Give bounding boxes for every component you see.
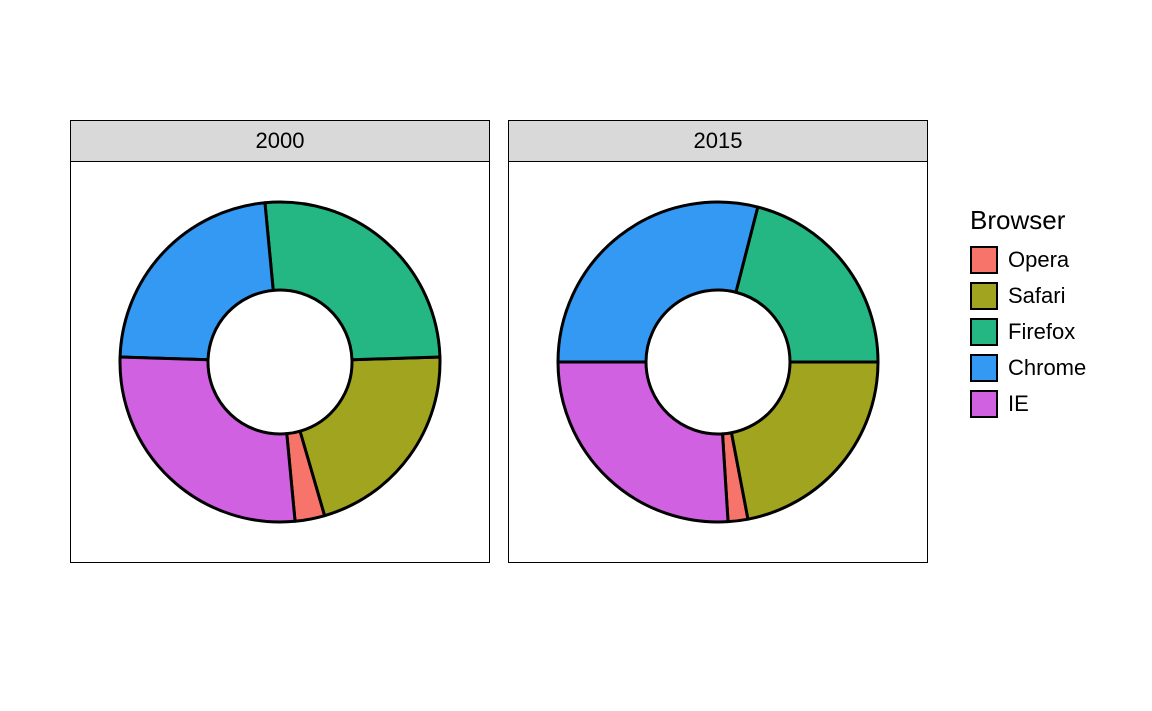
legend-label: Chrome [1008, 355, 1086, 381]
legend-item-ie: IE [970, 390, 1086, 418]
slice-safari [300, 357, 440, 516]
panel-header-2000: 2000 [71, 121, 489, 162]
legend-title: Browser [970, 205, 1086, 236]
facet-panels: 2000 2015 [70, 120, 928, 563]
swatch-firefox [970, 318, 998, 346]
legend-label: IE [1008, 391, 1029, 417]
legend-item-firefox: Firefox [970, 318, 1086, 346]
swatch-opera [970, 246, 998, 274]
donut-chart-2000 [100, 182, 460, 542]
legend: Browser Opera Safari Firefox Chrome IE [970, 205, 1086, 418]
donut-chart-2015 [538, 182, 898, 542]
legend-item-chrome: Chrome [970, 354, 1086, 382]
slice-safari [731, 362, 878, 519]
panel-header-2015: 2015 [509, 121, 927, 162]
slice-ie [558, 362, 728, 522]
slice-firefox [265, 202, 440, 360]
legend-label: Opera [1008, 247, 1069, 273]
panel-title: 2015 [694, 128, 743, 154]
swatch-safari [970, 282, 998, 310]
swatch-chrome [970, 354, 998, 382]
panel-2015: 2015 [508, 120, 928, 563]
legend-label: Safari [1008, 283, 1065, 309]
legend-item-safari: Safari [970, 282, 1086, 310]
panel-body-2000 [71, 162, 489, 562]
slice-chrome [120, 203, 273, 360]
legend-label: Firefox [1008, 319, 1075, 345]
legend-items: Opera Safari Firefox Chrome IE [970, 246, 1086, 418]
panel-body-2015 [509, 162, 927, 562]
slice-ie [120, 357, 295, 522]
panel-2000: 2000 [70, 120, 490, 563]
chart-stage: 2000 2015 Browser Opera Safari [0, 0, 1152, 711]
slice-chrome [558, 202, 758, 362]
slice-firefox [736, 207, 878, 362]
panel-title: 2000 [256, 128, 305, 154]
legend-item-opera: Opera [970, 246, 1086, 274]
swatch-ie [970, 390, 998, 418]
